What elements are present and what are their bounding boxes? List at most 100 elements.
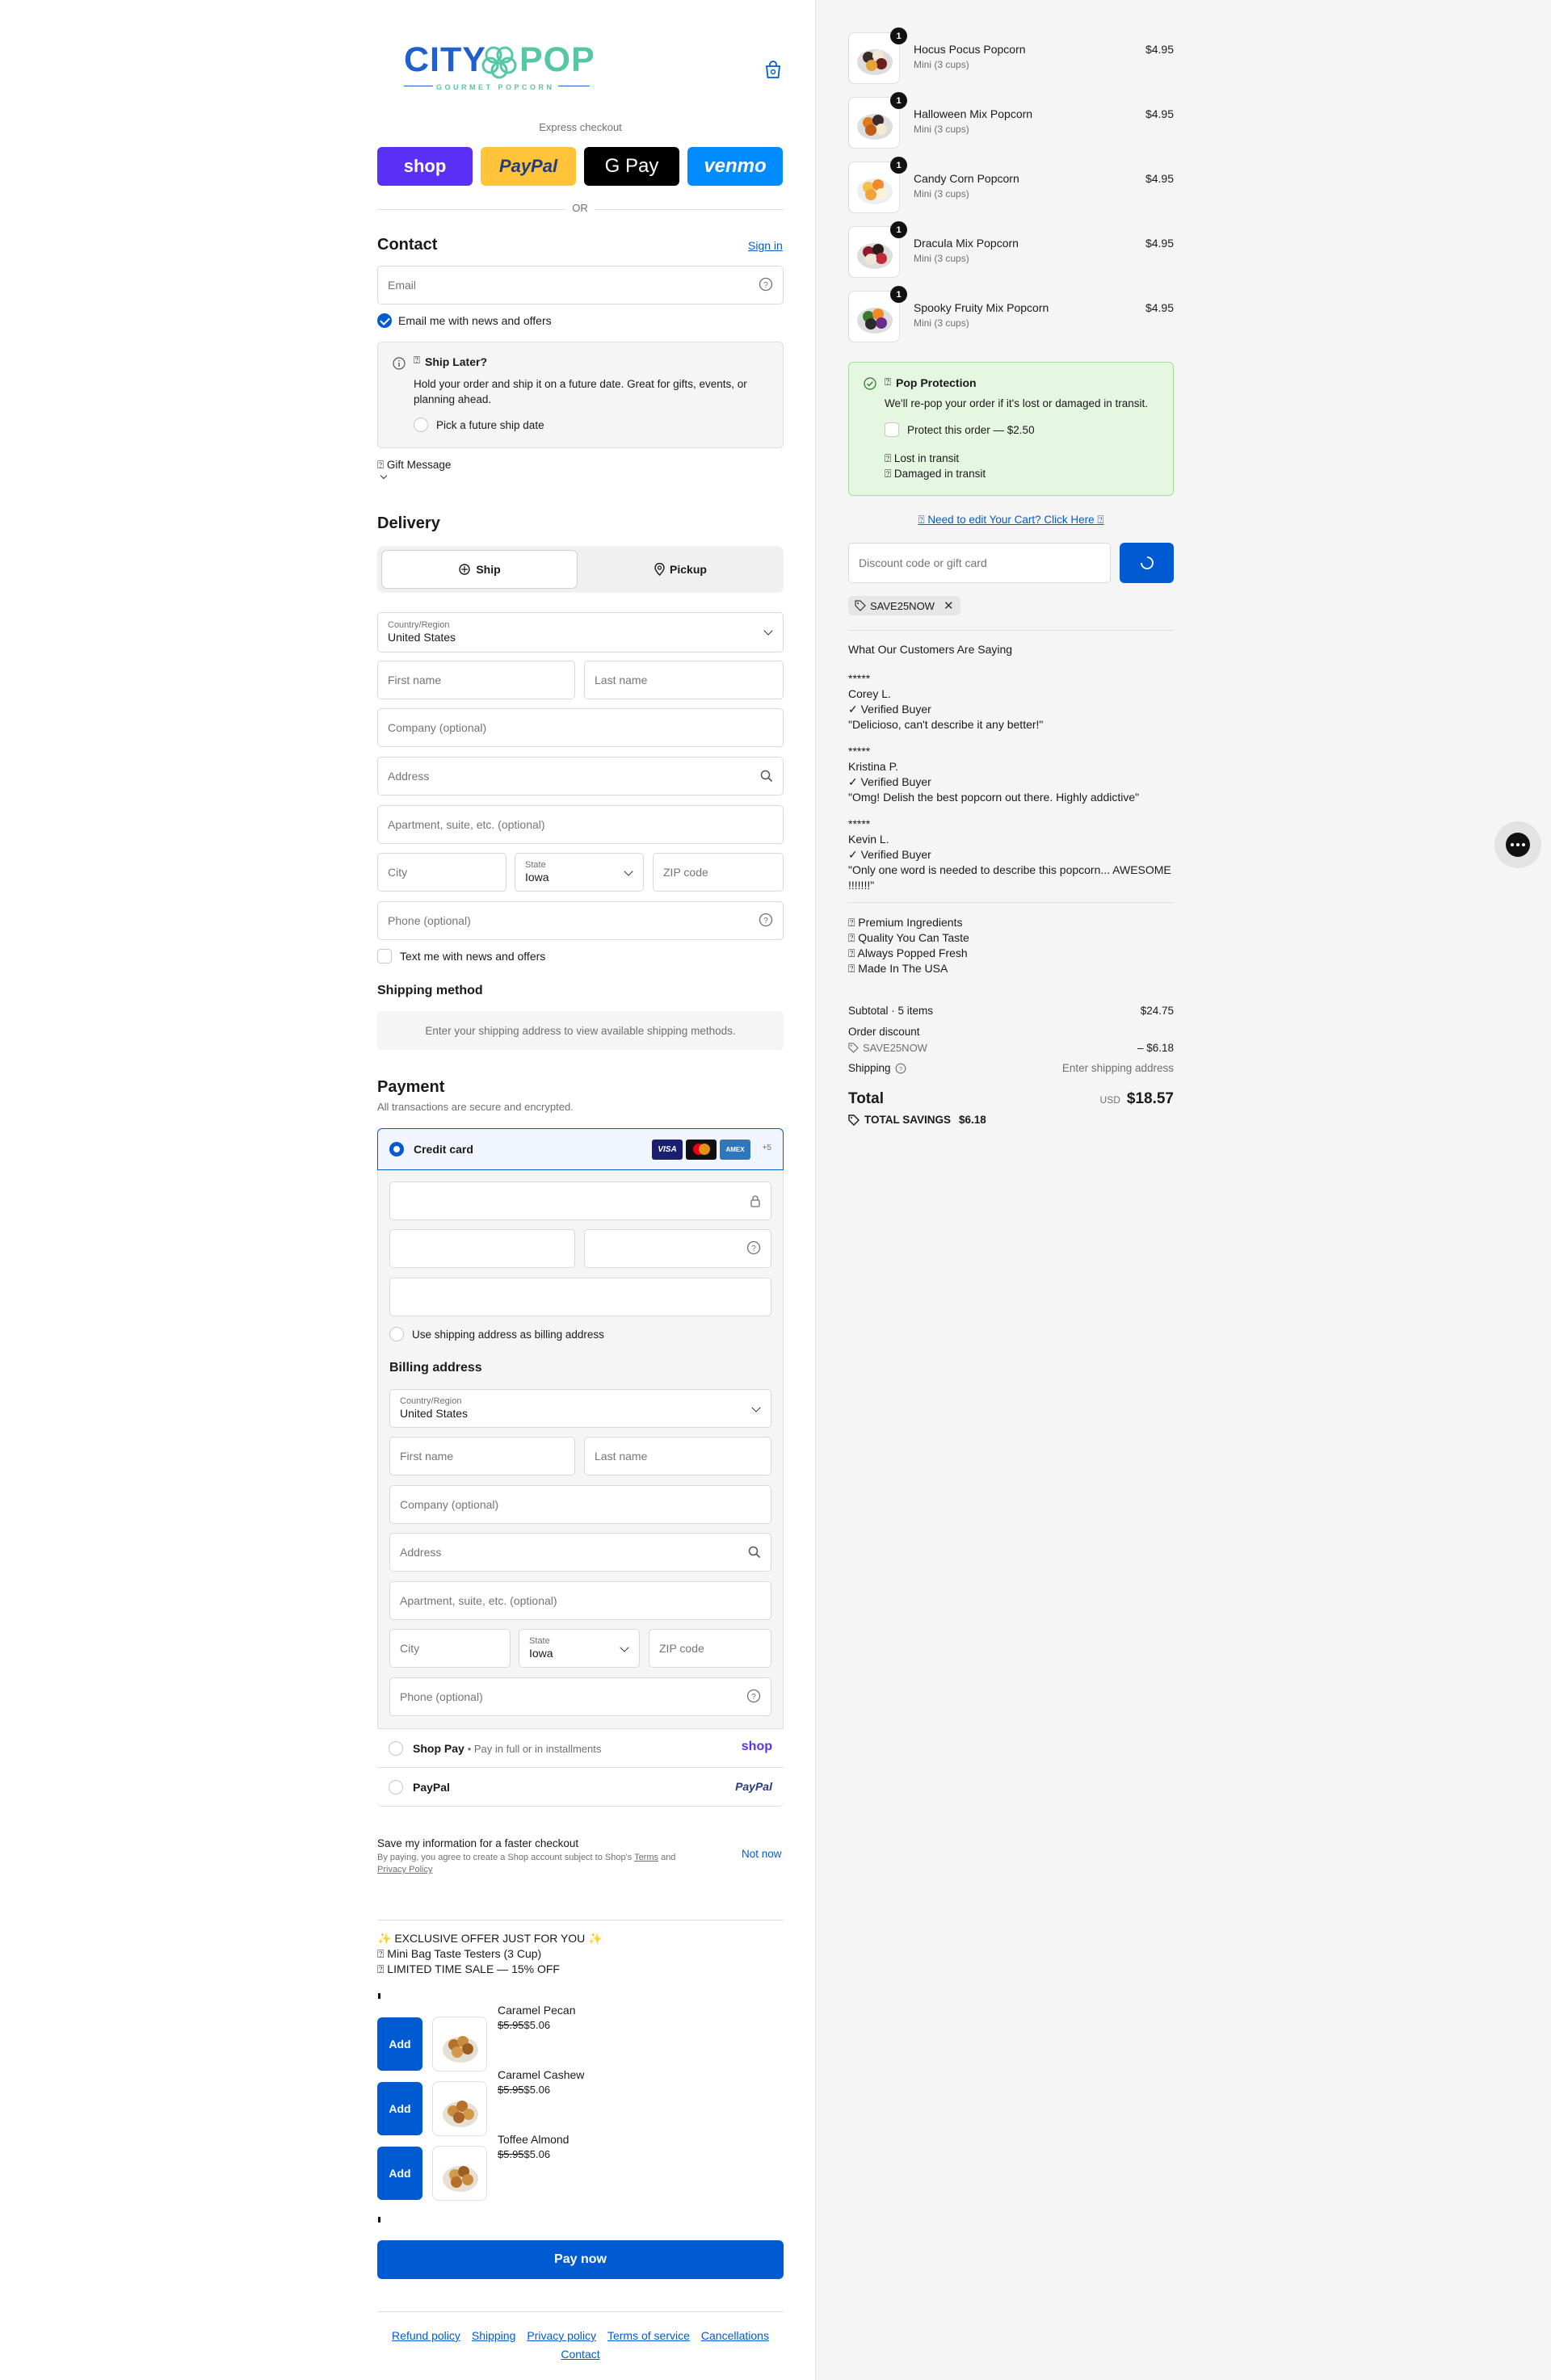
shipping-label-row: Shipping ? (848, 1062, 906, 1074)
terms-link[interactable]: Terms of service (607, 2329, 690, 2342)
help-circle-icon[interactable]: ? (746, 1689, 761, 1703)
damaged-in-transit: ⍰ Damaged in transit (885, 468, 986, 480)
billing-first-name-field[interactable]: First name (389, 1437, 575, 1475)
logo-pop: POP (519, 40, 595, 79)
logo-tagline: GOURMET POPCORN (433, 83, 558, 91)
brand-logo[interactable]: CITY POP GOURMET POPCORN (404, 40, 595, 97)
google-pay-button[interactable]: G Pay (584, 147, 679, 186)
help-circle-icon[interactable]: ? (746, 1240, 761, 1255)
use-shipping-checkbox[interactable] (389, 1327, 404, 1341)
card-number-field[interactable] (389, 1182, 771, 1220)
shop-privacy-link[interactable]: Privacy Policy (377, 1865, 432, 1874)
remove-discount-icon[interactable]: ✕ (944, 598, 954, 613)
help-circle-icon[interactable]: ? (759, 277, 773, 292)
bag-icon[interactable] (764, 60, 782, 79)
privacy-policy-link[interactable]: Privacy policy (527, 2329, 596, 2342)
gift-chevron-down-icon[interactable] (380, 472, 388, 480)
apply-discount-button[interactable] (1120, 543, 1174, 583)
future-date-option[interactable]: Pick a future ship date (414, 418, 544, 432)
paypal-radio[interactable] (389, 1779, 403, 1794)
protect-order-checkbox[interactable] (885, 422, 899, 437)
address-field[interactable]: Address (377, 757, 784, 795)
company-field[interactable]: Company (optional) (377, 708, 784, 747)
use-shipping-row[interactable]: Use shipping address as billing address (389, 1327, 604, 1341)
future-date-radio[interactable] (414, 418, 428, 432)
billing-address-field[interactable]: Address (389, 1533, 771, 1572)
credit-card-radio[interactable] (389, 1142, 404, 1156)
pay-now-button[interactable]: Pay now (377, 2240, 784, 2279)
delivery-title: Delivery (377, 514, 440, 532)
chat-widget-button[interactable] (1494, 821, 1541, 868)
total-value: $18.57 (1126, 1090, 1174, 1107)
cart-item: 1 Hocus Pocus Popcorn Mini (3 cups) $4.9… (848, 27, 1174, 86)
shop-pay-option[interactable]: Shop Pay • Pay in full or in installment… (377, 1728, 784, 1767)
product-variant: Mini (3 cups) (914, 253, 969, 264)
card-name-field[interactable] (389, 1278, 771, 1316)
edit-cart-link[interactable]: ⍰ Need to edit Your Cart? Click Here ⍰ (848, 514, 1174, 527)
last-name-field[interactable]: Last name (584, 661, 784, 699)
billing-city-field[interactable]: City (389, 1629, 511, 1668)
email-news-checkbox[interactable] (377, 313, 392, 328)
product-name: Hocus Pocus Popcorn (914, 43, 1026, 56)
state-select[interactable]: State Iowa (515, 853, 644, 892)
payment-subtitle: All transactions are secure and encrypte… (377, 1101, 574, 1113)
subtotal-value: $24.75 (1140, 1005, 1174, 1017)
zip-field[interactable]: ZIP code (653, 853, 784, 892)
shipping-link[interactable]: Shipping (472, 2329, 516, 2342)
pickup-tab[interactable]: Pickup (582, 550, 779, 589)
shop-pay-radio[interactable] (389, 1740, 403, 1756)
venmo-button[interactable]: venmo (687, 147, 783, 186)
billing-apartment-field[interactable]: Apartment, suite, etc. (optional) (389, 1581, 771, 1620)
perks-list: ⍰ Premium Ingredients ⍰ Quality You Can … (848, 915, 969, 976)
shipping-method-message: Enter your shipping address to view avai… (377, 1011, 784, 1050)
chat-bubble-icon (1506, 833, 1530, 857)
pop-protection-title: Pop Protection (896, 376, 977, 389)
card-cvv-field[interactable]: ? (584, 1229, 771, 1268)
billing-zip-field[interactable]: ZIP code (649, 1629, 771, 1668)
offer-item-price: $5.95$5.06 (498, 2019, 551, 2031)
discount-code-field[interactable]: Discount code or gift card (848, 543, 1111, 583)
shop-pay-button[interactable]: shop (377, 147, 473, 186)
amex-icon: AMEX (720, 1140, 750, 1160)
help-circle-icon[interactable]: ? (759, 913, 773, 927)
sign-in-link[interactable]: Sign in (748, 239, 783, 252)
not-now-link[interactable]: Not now (742, 1848, 782, 1860)
text-news-row[interactable]: Text me with news and offers (377, 949, 545, 963)
phone-field[interactable]: Phone (optional) ? (377, 901, 784, 940)
billing-last-name-field[interactable]: Last name (584, 1437, 771, 1475)
first-name-field[interactable]: First name (377, 661, 575, 699)
add-toffee-almond-button[interactable]: Add (377, 2147, 422, 2200)
chevron-down-icon (763, 626, 773, 636)
apartment-field[interactable]: Apartment, suite, etc. (optional) (377, 805, 784, 844)
add-caramel-cashew-button[interactable]: Add (377, 2082, 422, 2135)
email-news-row[interactable]: Email me with news and offers (377, 313, 552, 328)
gift-message-toggle[interactable]: ⍰ Gift Message (377, 459, 451, 472)
country-select[interactable]: Country/Region United States (377, 612, 784, 653)
billing-state-select[interactable]: State Iowa (519, 1629, 640, 1668)
shop-terms-link[interactable]: Terms (634, 1853, 658, 1862)
product-variant: Mini (3 cups) (914, 317, 969, 329)
chevron-down-icon (620, 1643, 629, 1652)
cart-item: 1 Spooky Fruity Mix Popcorn Mini (3 cups… (848, 286, 1174, 344)
credit-card-option[interactable]: Credit card VISA AMEX +5 (377, 1128, 784, 1170)
text-news-checkbox[interactable] (377, 949, 392, 963)
add-caramel-pecan-button[interactable]: Add (377, 2017, 422, 2071)
city-field[interactable]: City (377, 853, 506, 892)
billing-company-field[interactable]: Company (optional) (389, 1485, 771, 1524)
email-field[interactable]: Email ? (377, 266, 784, 304)
contact-link[interactable]: Contact (561, 2348, 599, 2361)
billing-phone-field[interactable]: Phone (optional) ? (389, 1677, 771, 1716)
help-circle-icon[interactable]: ? (895, 1063, 906, 1074)
card-expiry-field[interactable] (389, 1229, 575, 1268)
cancellations-link[interactable]: Cancellations (701, 2329, 769, 2342)
refund-policy-link[interactable]: Refund policy (392, 2329, 460, 2342)
paypal-button[interactable]: PayPal (481, 147, 576, 186)
perk-item: ⍰ Quality You Can Taste (848, 931, 969, 944)
paypal-option[interactable]: PayPal PayPal (377, 1767, 784, 1806)
billing-country-select[interactable]: Country/Region United States (389, 1389, 771, 1428)
protect-order-option[interactable]: Protect this order — $2.50 (885, 422, 1035, 437)
offer-marker (378, 2217, 380, 2223)
ship-tab[interactable]: Ship (381, 550, 578, 589)
search-icon (748, 1546, 761, 1559)
ship-later-box: ⍰ Ship Later? Hold your order and ship i… (377, 342, 784, 448)
